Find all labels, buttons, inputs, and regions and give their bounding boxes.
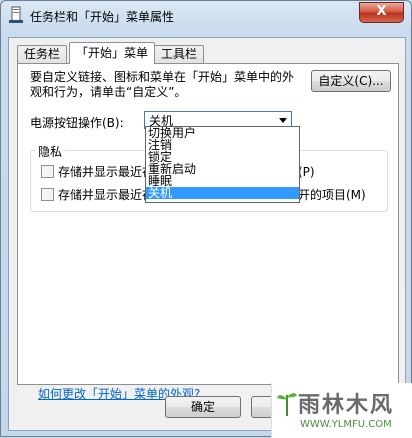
dropdown-option-selected[interactable]: 关机 <box>146 187 299 199</box>
tab-start-menu[interactable]: 「开始」菜单 <box>69 42 156 64</box>
watermark-text: 雨林木风 <box>298 393 395 418</box>
privacy-title: 隐私 <box>35 143 66 160</box>
ok-button[interactable]: 确定 <box>165 396 241 418</box>
tab-toolbars[interactable]: 工具栏 <box>154 45 205 63</box>
recent-items-checkbox[interactable] <box>41 188 54 201</box>
close-button[interactable]: X <box>359 2 404 23</box>
start-menu-panel: 要自定义链接、图标和菜单在「开始」菜单中的外观和行为，请单击“自定义”。 自定义… <box>17 63 399 401</box>
dialog-body: 任务栏 「开始」菜单 工具栏 要自定义链接、图标和菜单在「开始」菜单中的外观和行… <box>8 37 406 431</box>
tab-taskbar[interactable]: 任务栏 <box>17 45 68 63</box>
customize-button[interactable]: 自定义(C)... <box>311 70 391 92</box>
close-icon: X <box>376 4 387 19</box>
taskbar-icon <box>9 6 23 23</box>
start-menu-description: 要自定义链接、图标和菜单在「开始」菜单中的外观和行为，请单击“自定义”。 <box>30 70 295 99</box>
power-options-dropdown[interactable]: 切换用户 注销 锁定 重新启动 睡眠 关机 <box>145 126 300 203</box>
power-button-label: 电源按钮操作(B): <box>30 116 124 130</box>
recent-programs-checkbox[interactable] <box>41 165 54 178</box>
properties-window: 任务栏和「开始」菜单属性 X 任务栏 「开始」菜单 工具栏 要自定义链接、图标和… <box>0 0 412 438</box>
title-bar[interactable]: 任务栏和「开始」菜单属性 X <box>1 1 411 31</box>
watermark: 雨林木风 WWW.YLMFU.COM <box>271 383 412 438</box>
leaf-logo-icon <box>277 393 297 417</box>
chevron-down-icon <box>279 118 287 123</box>
window-title: 任务栏和「开始」菜单属性 <box>30 10 175 24</box>
watermark-url: WWW.YLMFU.COM <box>300 419 392 430</box>
